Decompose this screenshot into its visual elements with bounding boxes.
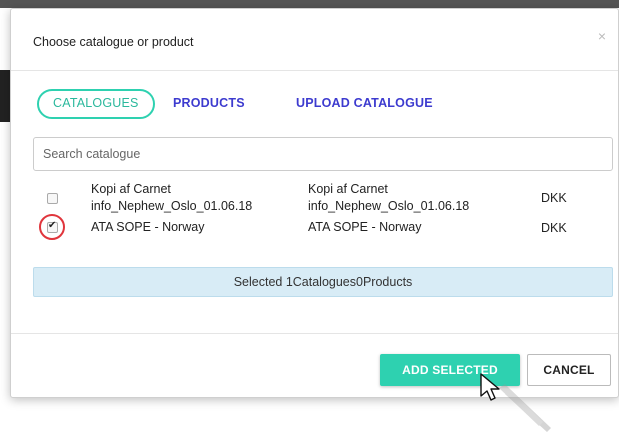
tab-products[interactable]: PRODUCTS — [173, 89, 245, 119]
catalogue-description-line: Kopi af Carnet — [308, 182, 388, 196]
tab-catalogues[interactable]: CATALOGUES — [37, 89, 155, 119]
row-checkbox[interactable] — [47, 193, 58, 204]
page-backdrop-edge — [0, 70, 10, 122]
row-checkbox[interactable] — [47, 220, 58, 233]
catalogue-description-line: info_Nephew_Oslo_01.06.18 — [308, 199, 470, 213]
dialog-header: Choose catalogue or product × — [11, 9, 618, 71]
selection-summary: Selected 1Catalogues0Products — [33, 267, 613, 297]
catalogue-name: Kopi af Carnet info_Nephew_Oslo_01.06.18 — [91, 181, 252, 215]
catalogue-row: Kopi af Carnet info_Nephew_Oslo_01.06.18… — [33, 181, 613, 219]
tab-upload-catalogue[interactable]: UPLOAD CATALOGUE — [296, 89, 433, 119]
dialog-title: Choose catalogue or product — [33, 35, 194, 49]
page-backdrop — [0, 0, 619, 8]
catalogue-name-line: info_Nephew_Oslo_01.06.18 — [91, 199, 253, 213]
catalogue-currency: DKK — [541, 221, 567, 235]
tab-bar: CATALOGUES PRODUCTS UPLOAD CATALOGUE — [37, 89, 597, 121]
catalogue-description: Kopi af Carnet info_Nephew_Oslo_01.06.18 — [308, 181, 469, 215]
catalogue-name-line: Kopi af Carnet — [91, 182, 171, 196]
catalogue-list: Kopi af Carnet info_Nephew_Oslo_01.06.18… — [33, 181, 613, 249]
catalogue-currency: DKK — [541, 191, 567, 205]
search-input[interactable] — [34, 138, 612, 170]
catalogue-name: ATA SOPE - Norway — [91, 220, 205, 234]
choose-catalogue-dialog: Choose catalogue or product × CATALOGUES… — [10, 8, 619, 398]
close-icon[interactable]: × — [598, 29, 606, 43]
search-field — [33, 137, 613, 171]
catalogue-description: ATA SOPE - Norway — [308, 220, 422, 234]
catalogue-row: ATA SOPE - Norway ATA SOPE - Norway DKK — [33, 214, 613, 249]
mouse-pointer-icon — [480, 373, 551, 432]
